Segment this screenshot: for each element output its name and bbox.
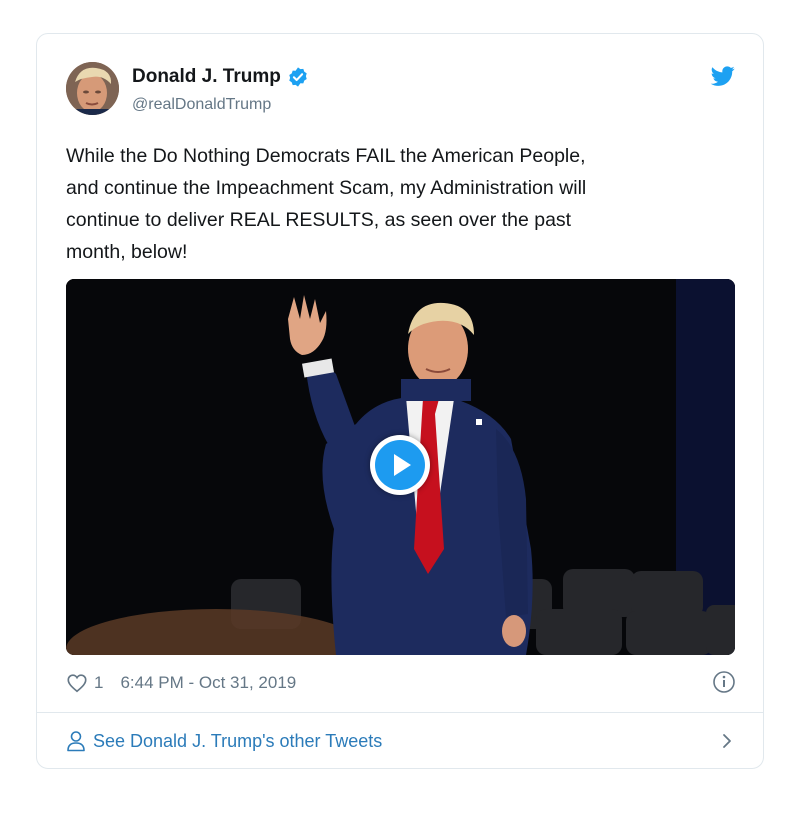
heart-icon[interactable] [66, 672, 88, 694]
tweet-text-line: While the Do Nothing Democrats FAIL the … [66, 145, 586, 167]
tweet-header: Donald J. Trump @realDonaldTrump [66, 62, 736, 118]
author-name-row: Donald J. Trump [132, 66, 309, 88]
twitter-bird-icon[interactable] [710, 64, 736, 88]
tweet-text-line: and continue the Impeachment Scam, my Ad… [66, 177, 587, 199]
play-button[interactable] [370, 435, 430, 495]
author-name[interactable]: Donald J. Trump [132, 66, 281, 88]
tweet-text: While the Do Nothing Democrats FAIL the … [66, 140, 736, 268]
chevron-right-icon[interactable] [718, 732, 736, 750]
video-player[interactable] [66, 279, 735, 655]
see-other-tweets-label[interactable]: See Donald J. Trump's other Tweets [93, 731, 382, 752]
embedded-tweet-card: Donald J. Trump @realDonaldTrump While t… [36, 33, 764, 769]
tweet-meta: 1 6:44 PM - Oct 31, 2019 [66, 669, 736, 697]
tweet-text-line: continue to deliver REAL RESULTS, as see… [66, 209, 572, 231]
play-button-fill [375, 440, 425, 490]
info-icon[interactable] [712, 670, 736, 694]
avatar[interactable] [66, 62, 119, 115]
divider [37, 712, 763, 713]
verified-badge-icon [289, 67, 307, 87]
like-count[interactable]: 1 [94, 673, 103, 693]
see-other-tweets-link[interactable]: See Donald J. Trump's other Tweets [66, 724, 736, 758]
play-icon [394, 454, 411, 476]
tweet-timestamp[interactable]: 6:44 PM - Oct 31, 2019 [120, 673, 296, 693]
person-icon [67, 731, 85, 752]
author-handle[interactable]: @realDonaldTrump [132, 96, 271, 114]
tweet-text-line: month, below! [66, 241, 188, 263]
